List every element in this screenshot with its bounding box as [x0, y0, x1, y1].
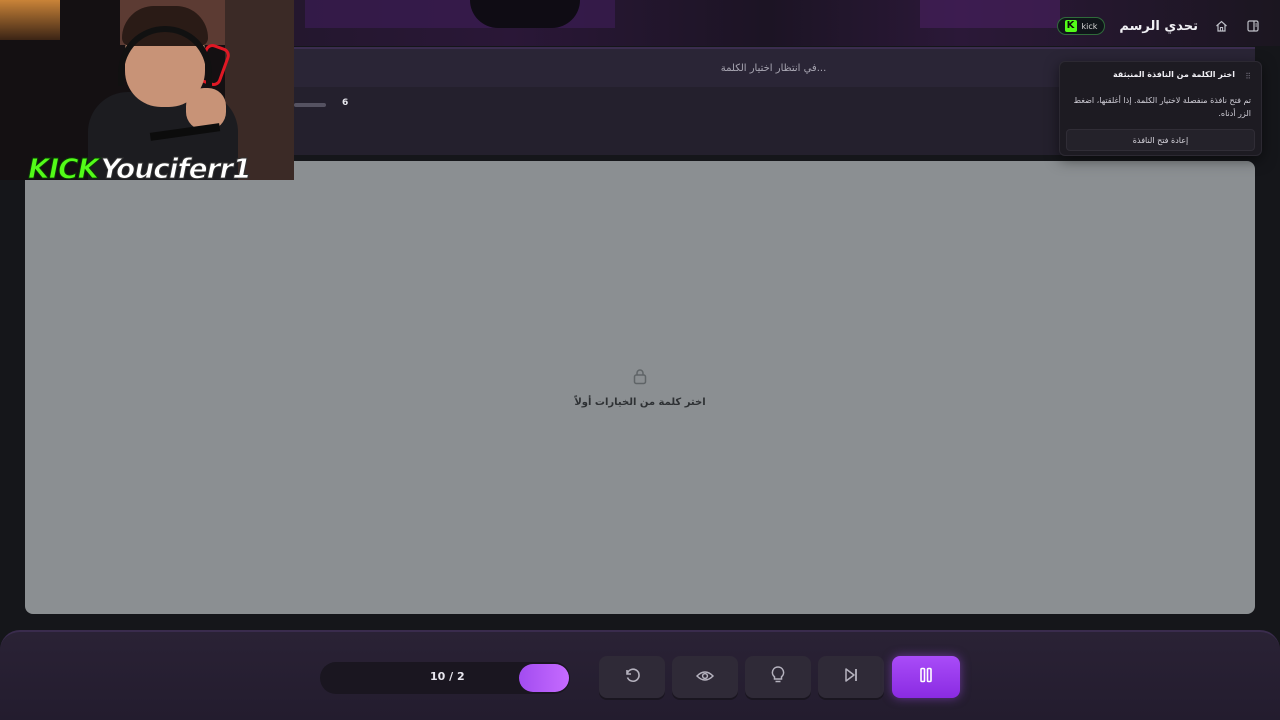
reveal-button[interactable] — [672, 656, 738, 698]
streamer-webcam: KICK Youciferr1 — [0, 0, 294, 180]
restart-button[interactable] — [599, 656, 665, 698]
streamer-username: Youciferr1 — [100, 152, 252, 181]
waiting-status-text: في انتظار اختيار الكلمة... — [720, 62, 827, 74]
app-title: تحدي الرسم — [1119, 18, 1198, 34]
lightbulb-icon — [771, 666, 785, 688]
canvas-locked-message: اختر كلمة من الخيارات أولاً — [574, 396, 706, 408]
lock-icon — [632, 368, 648, 389]
header-decoration — [920, 0, 1060, 28]
kick-logo-icon: K — [1064, 20, 1077, 32]
sidebar-toggle-icon[interactable] — [1244, 17, 1262, 35]
pause-icon — [919, 667, 933, 687]
round-progress-fill — [519, 664, 569, 692]
round-indicator: 10 / 2 — [320, 662, 570, 694]
drawing-canvas[interactable]: اختر كلمة من الخيارات أولاً — [25, 161, 1255, 614]
header-decoration — [470, 0, 580, 28]
kick-badge[interactable]: K kick — [1056, 17, 1106, 35]
skip-button[interactable] — [818, 656, 884, 698]
pause-button[interactable] — [892, 656, 960, 698]
kick-badge-label: kick — [1081, 21, 1098, 31]
drag-handle-icon[interactable]: ⠿ — [1243, 72, 1251, 81]
round-counter: 10 / 2 — [430, 670, 465, 683]
webcam-person-hand — [186, 88, 226, 130]
timer-track — [294, 103, 326, 107]
skip-icon — [843, 667, 859, 687]
webcam-background — [0, 0, 60, 40]
hint-button[interactable] — [745, 656, 811, 698]
notice-title: اختر الكلمة من النافذة المنبثقة — [1112, 70, 1235, 79]
header-actions: تحدي الرسم K kick — [1056, 15, 1263, 37]
streamer-tag: KICK Youciferr1 — [27, 152, 252, 181]
home-icon[interactable] — [1212, 17, 1230, 35]
timer-count: 6 — [342, 98, 349, 108]
control-bar: 10 / 2 — [0, 630, 1280, 720]
kick-brand-text: KICK — [27, 152, 99, 181]
eye-icon — [695, 668, 715, 687]
notice-body: تم فتح نافذة منفصلة لاختيار الكلمة. إذا … — [1073, 96, 1251, 118]
word-picker-notice: ⠿ اختر الكلمة من النافذة المنبثقة تم فتح… — [1059, 61, 1262, 156]
reopen-window-button[interactable]: إعادة فتح النافذة — [1066, 129, 1255, 151]
restart-icon — [623, 666, 641, 688]
